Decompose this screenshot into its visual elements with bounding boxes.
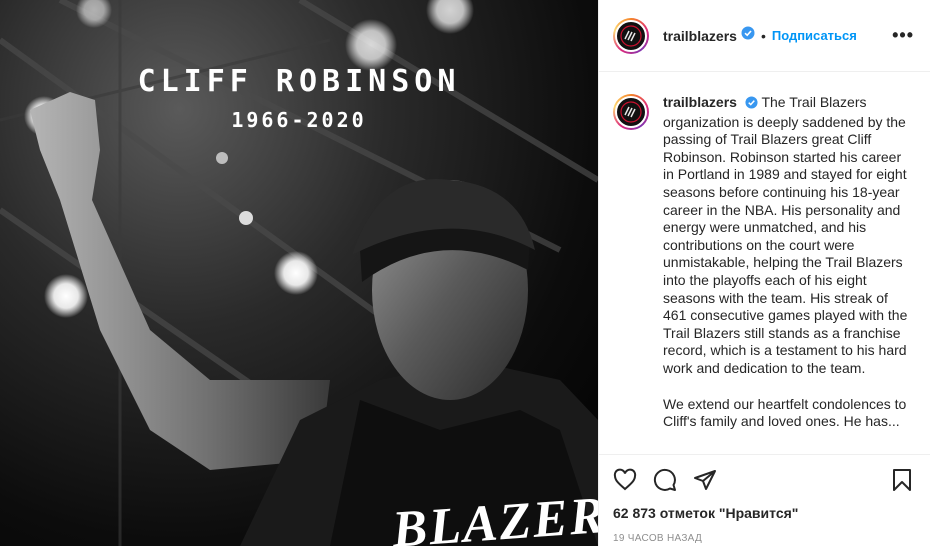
verified-badge-icon xyxy=(741,26,755,45)
caption-text: trailblazers The Trail Blazers organizat… xyxy=(663,94,913,431)
header-username[interactable]: trailblazers xyxy=(663,28,737,44)
memorial-years: 1966-2020 xyxy=(231,108,367,132)
share-icon[interactable] xyxy=(693,468,717,492)
post-timestamp[interactable]: 19 ЧАСОВ НАЗАД xyxy=(613,533,914,544)
caption-avatar[interactable] xyxy=(613,94,649,130)
caption-paragraph-1: The Trail Blazers organization is deeply… xyxy=(663,94,908,376)
memorial-name: CLIFF ROBINSON xyxy=(137,64,461,99)
arena-light xyxy=(44,274,88,318)
blazers-logo-icon xyxy=(620,101,642,123)
comment-icon[interactable] xyxy=(653,468,677,492)
verified-badge-icon xyxy=(745,96,758,114)
instagram-post: BLAZERS CLIFF ROBINSON 1966-2020 trailbl… xyxy=(0,0,930,546)
separator-dot: • xyxy=(760,27,766,44)
bookmark-icon[interactable] xyxy=(890,468,914,492)
post-header: trailblazers • Подписаться ••• xyxy=(599,0,930,72)
caption-section: trailblazers The Trail Blazers organizat… xyxy=(599,72,930,454)
follow-button[interactable]: Подписаться xyxy=(772,28,857,43)
caption-username[interactable]: trailblazers xyxy=(663,94,737,110)
caption-paragraph-2: We extend our heartfelt condolences to C… xyxy=(663,395,907,430)
heart-icon[interactable] xyxy=(613,468,637,492)
post-actions: 62 873 отметок "Нравится" 19 ЧАСОВ НАЗАД xyxy=(599,454,930,546)
more-options-icon[interactable]: ••• xyxy=(892,25,914,46)
blazers-logo-icon xyxy=(620,24,642,47)
arena-light xyxy=(274,251,318,295)
arena-light xyxy=(426,0,474,34)
post-photo[interactable]: BLAZERS CLIFF ROBINSON 1966-2020 xyxy=(0,0,598,546)
post-sidebar: trailblazers • Подписаться ••• trailblaz… xyxy=(598,0,930,546)
avatar[interactable] xyxy=(613,17,649,54)
likes-count[interactable]: 62 873 отметок "Нравится" xyxy=(613,505,914,521)
